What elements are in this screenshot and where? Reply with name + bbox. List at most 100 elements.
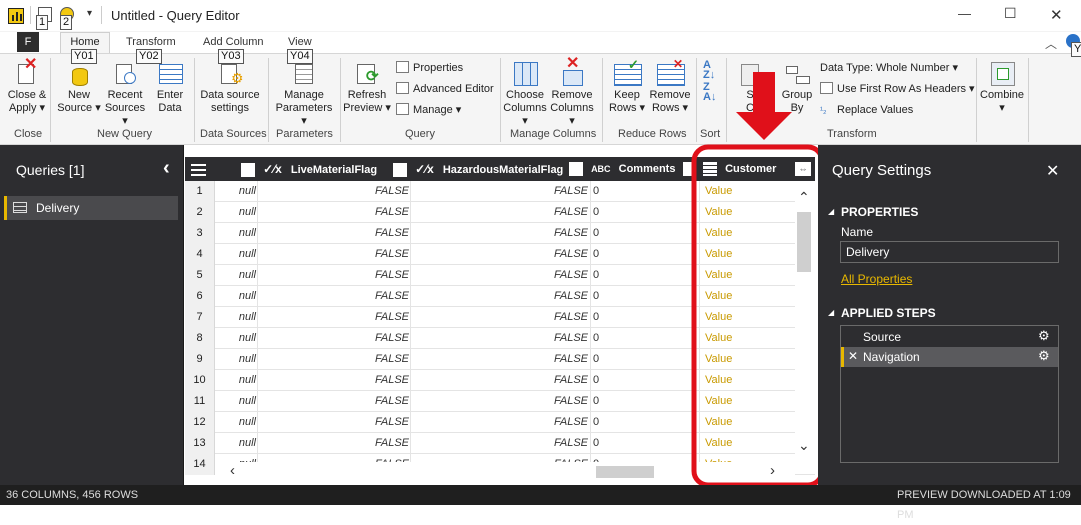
cell-livematerialflag: null xyxy=(238,311,256,323)
query-item-delivery[interactable]: Delivery xyxy=(4,196,178,220)
row-number: 1 xyxy=(185,181,215,202)
row-number: 8 xyxy=(185,328,215,349)
cell-hazardousmaterialflag-value: FALSE xyxy=(410,223,588,244)
keytip-data-source-settings: Y03 xyxy=(218,49,244,64)
tab-file[interactable]: F xyxy=(17,32,39,52)
recent-sources-icon xyxy=(112,60,138,86)
keytip-undo: 2 xyxy=(60,15,73,30)
filter-dropdown-icon xyxy=(569,162,583,176)
cell-hazardousmaterialflag: FALSE xyxy=(257,265,409,286)
tab-transform[interactable]: Transform xyxy=(126,36,176,48)
cell-hazardousmaterialflag: FALSE xyxy=(257,202,409,223)
name-field[interactable]: Delivery xyxy=(840,241,1059,263)
row-number: 14 xyxy=(185,454,215,475)
group-label-query: Query xyxy=(405,128,435,140)
row-number: 9 xyxy=(185,349,215,370)
app-logo-icon xyxy=(8,8,24,24)
tab-add-column[interactable]: Add Column xyxy=(203,36,264,48)
column-header-comments[interactable]: ABC Comments xyxy=(569,157,689,181)
cell-livematerialflag: null xyxy=(238,416,256,428)
step-settings-gear-icon[interactable]: ⚙ xyxy=(1038,328,1050,344)
cell-hazardousmaterialflag-value: FALSE xyxy=(410,433,588,454)
keytip-new-source: Y01 xyxy=(71,49,97,64)
query-settings-pane: Query Settings ✕ ◢ PROPERTIES Name Deliv… xyxy=(818,145,1081,485)
column-header-livematerialflag[interactable]: ✓⁄x LiveMaterialFlag xyxy=(241,157,401,181)
window-title: Untitled - Query Editor xyxy=(111,8,240,23)
cell-hazardousmaterialflag: FALSE xyxy=(257,223,409,244)
cell-hazardousmaterialflag: FALSE xyxy=(257,412,409,433)
replace-values-button[interactable]: ¹₂ Replace Values xyxy=(820,103,913,117)
group-label-manage-columns: Manage Columns xyxy=(510,128,597,140)
keytip-recent-sources: Y02 xyxy=(136,49,162,64)
cell-livematerialflag: null xyxy=(238,374,256,386)
all-properties-link[interactable]: All Properties xyxy=(841,272,912,286)
close-window-button[interactable]: ✕ xyxy=(1050,6,1063,24)
cell-livematerialflag: null xyxy=(238,269,256,281)
cell-hazardousmaterialflag-value: FALSE xyxy=(410,286,588,307)
properties-collapse-icon[interactable]: ◢ xyxy=(828,207,834,216)
advanced-editor-icon xyxy=(396,82,409,94)
enter-data-button[interactable]: Enter Data xyxy=(150,60,190,115)
new-source-button[interactable]: New Source ▾ xyxy=(57,60,101,115)
text-type-icon: ABC xyxy=(591,164,611,174)
combine-button[interactable]: Combine ▾ xyxy=(980,60,1024,115)
keytip-right: Y0 xyxy=(1071,42,1081,57)
close-settings-button[interactable]: ✕ xyxy=(1046,161,1059,181)
annotation-overlay xyxy=(691,72,825,488)
cell-livematerialflag: null xyxy=(238,206,256,218)
red-arrow-icon xyxy=(736,72,792,140)
row-number: 13 xyxy=(185,433,215,454)
remove-columns-button[interactable]: ✕ Remove Columns ▾ xyxy=(548,56,596,128)
cell-hazardousmaterialflag: FALSE xyxy=(257,391,409,412)
horizontal-scroll-thumb[interactable] xyxy=(596,466,654,478)
cell-livematerialflag: null xyxy=(238,353,256,365)
refresh-preview-button[interactable]: ⟳ Refresh Preview ▾ xyxy=(343,60,391,115)
cell-hazardousmaterialflag-value: FALSE xyxy=(410,307,588,328)
cell-hazardousmaterialflag-value: FALSE xyxy=(410,265,588,286)
group-label-close: Close xyxy=(14,128,43,140)
scroll-left-arrow-icon[interactable]: ‹ xyxy=(230,462,235,479)
cell-hazardousmaterialflag: FALSE xyxy=(257,349,409,370)
queries-pane-title: Queries [1] xyxy=(16,162,85,178)
manage-parameters-button[interactable]: Manage Parameters ▾ xyxy=(272,60,336,128)
table-menu-button[interactable] xyxy=(191,157,213,181)
step-navigation[interactable]: ✕ Navigation ⚙ xyxy=(841,347,1058,367)
choose-columns-button[interactable]: Choose Columns ▾ xyxy=(502,60,548,128)
collapse-queries-button[interactable]: ‹ xyxy=(163,157,170,180)
manage-button[interactable]: Manage ▾ xyxy=(396,103,461,117)
cell-hazardousmaterialflag-value: FALSE xyxy=(410,412,588,433)
group-label-new-query: New Query xyxy=(97,128,153,140)
close-apply-button[interactable]: ✕ Close & Apply ▾ xyxy=(5,57,49,115)
minimize-button[interactable]: — xyxy=(958,6,971,21)
status-preview-downloaded: PREVIEW DOWNLOADED AT 1:09 PM xyxy=(897,489,1071,521)
step-settings-gear-icon[interactable]: ⚙ xyxy=(1038,348,1050,364)
maximize-button[interactable]: ☐ xyxy=(1004,5,1017,22)
tab-view[interactable]: View xyxy=(288,36,312,48)
cell-livematerialflag: null xyxy=(238,290,256,302)
query-settings-title: Query Settings xyxy=(832,162,932,179)
filter-dropdown-icon xyxy=(241,163,255,177)
row-number: 7 xyxy=(185,307,215,328)
cell-hazardousmaterialflag-value: FALSE xyxy=(410,349,588,370)
keytip-manage-parameters: Y04 xyxy=(287,49,313,64)
cell-livematerialflag: null xyxy=(238,185,256,197)
group-label-parameters: Parameters xyxy=(276,128,333,140)
delete-step-icon[interactable]: ✕ xyxy=(848,349,858,363)
qat-dropdown-icon[interactable]: ▾ xyxy=(87,8,92,19)
step-source[interactable]: Source ⚙ xyxy=(841,327,1058,347)
applied-steps-collapse-icon[interactable]: ◢ xyxy=(828,308,834,317)
cell-livematerialflag: null xyxy=(238,437,256,449)
properties-button[interactable]: Properties xyxy=(396,61,463,75)
advanced-editor-button[interactable]: Advanced Editor xyxy=(396,82,494,96)
data-source-settings-button[interactable]: ⚙ Data source settings xyxy=(198,60,262,115)
collapse-ribbon-icon[interactable]: ︿ xyxy=(1045,35,1057,52)
use-first-row-button[interactable]: Use First Row As Headers ▾ xyxy=(820,82,975,96)
recent-sources-button[interactable]: Recent Sources ▾ xyxy=(101,60,149,128)
table-corner-icon xyxy=(191,161,206,176)
keep-rows-button[interactable]: ✓ Keep Rows ▾ xyxy=(606,58,648,115)
column-header-hazardousmaterialflag[interactable]: ✓⁄x HazardousMaterialFlag xyxy=(393,157,573,181)
data-type-dropdown[interactable]: Data Type: Whole Number ▾ xyxy=(820,61,958,75)
refresh-icon: ⟳ xyxy=(354,60,380,86)
properties-header: PROPERTIES xyxy=(841,205,919,219)
cell-hazardousmaterialflag-value: FALSE xyxy=(410,244,588,265)
